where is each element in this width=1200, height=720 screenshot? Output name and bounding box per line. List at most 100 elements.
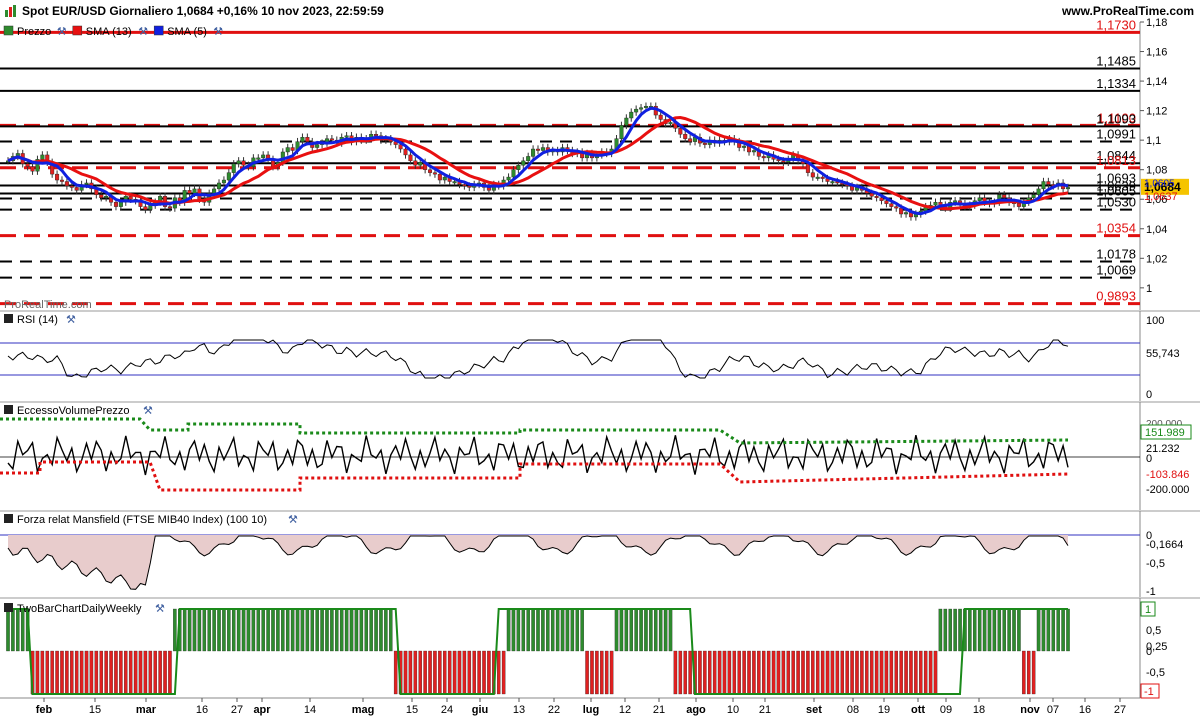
price-panel[interactable]: 1,181,161,141,121,11,081,061,041,0211,17… [0, 17, 1200, 311]
twobar-bar [138, 650, 143, 695]
twobar-bar [516, 608, 521, 652]
twobar-bar [815, 650, 820, 695]
candle-body [231, 163, 236, 173]
mansfield-panel[interactable]: Forza relat Mansfield (FTSE MIB40 Index)… [0, 510, 1200, 598]
x-tick-label: 21 [759, 704, 771, 716]
twobar-bar [452, 650, 457, 695]
twobar-bar [40, 650, 45, 695]
twobar-bar [285, 608, 290, 652]
twobar-bar [639, 608, 643, 652]
candle-body [634, 108, 639, 113]
twobar-bar [359, 608, 364, 652]
x-tick-label: nov [1020, 704, 1040, 716]
twobar-bar [629, 608, 633, 652]
legend-swatch [72, 25, 83, 36]
twobar-bar [477, 650, 481, 695]
x-tick-label: mag [352, 704, 375, 716]
candle-body [452, 181, 457, 184]
x-tick-label: 15 [89, 704, 101, 716]
candle-body [315, 144, 320, 148]
candle-body [1041, 181, 1046, 190]
x-tick-label: ago [686, 704, 706, 716]
twobar-bar [703, 650, 707, 695]
candle-body [413, 160, 418, 166]
candle-body [899, 207, 904, 215]
twobar-bar [1066, 608, 1070, 652]
twobar-bar [168, 650, 172, 695]
twobar-bar [1041, 608, 1046, 652]
twobar-bar [717, 650, 722, 695]
candle-body [74, 187, 79, 191]
x-tick-label: 15 [406, 704, 418, 716]
twobar-bar [182, 608, 187, 652]
twobar-bar [835, 650, 840, 695]
twobar-bar [241, 608, 246, 652]
level-label: 1,0530 [1096, 195, 1136, 210]
twobar-bar [295, 608, 300, 652]
twobar-bar [104, 650, 108, 695]
candle-body [540, 147, 545, 151]
candle-body [241, 160, 246, 166]
candle-body [113, 201, 118, 207]
price-tick-label: 1,12 [1146, 106, 1167, 118]
candle-body [344, 135, 349, 138]
twobar-bar [50, 650, 54, 695]
rsi-panel[interactable]: RSI (14) ⚒ 100 0 55,743 [0, 310, 1200, 401]
candle-body [467, 185, 472, 188]
twobar-bar [874, 650, 879, 695]
twobar-bar [776, 650, 781, 695]
candle-body [751, 150, 756, 153]
candle-body [128, 196, 133, 200]
level-label: 1,0178 [1096, 247, 1136, 262]
twobar-bar [153, 650, 157, 695]
rsi-legend: RSI (14) [17, 314, 58, 326]
twobar-bar [712, 650, 717, 695]
rsi-value: 55,743 [1146, 348, 1180, 360]
twobar-bar [501, 650, 506, 695]
level-label: 1,0991 [1096, 126, 1136, 141]
twobar-bar [953, 608, 957, 652]
twobar-bar [320, 608, 324, 652]
evp-upper-value: 151.989 [1145, 427, 1185, 439]
twobar-bar [393, 650, 398, 695]
candle-body [432, 172, 437, 175]
twobar-bar [781, 650, 786, 695]
eccesso-volume-prezzo-panel[interactable]: EccessoVolumePrezzo⚒200.000151.98921.232… [0, 401, 1200, 510]
twobar-bar [791, 650, 795, 695]
candle-body [285, 147, 290, 153]
legend-swatch [4, 314, 13, 323]
twobar-bar [192, 608, 197, 652]
candle-body [442, 176, 447, 181]
evp-upper-band [0, 417, 1069, 445]
twobar-bar [811, 650, 815, 695]
twobar-bar [820, 650, 825, 695]
twobar-panel[interactable]: TwoBarChartDailyWeekly ⚒ 10,50,250-0,5-1 [0, 597, 1200, 699]
x-tick-label: giu [472, 704, 489, 716]
candle-body [643, 105, 648, 108]
twobar-bar [423, 650, 427, 695]
candle-body [374, 134, 379, 136]
twobar-bar [933, 650, 938, 695]
x-tick-label: 22 [548, 704, 560, 716]
twobar-bar [928, 650, 933, 695]
twobar-bar [207, 608, 211, 652]
candle-body [30, 166, 35, 172]
candle-body [1046, 181, 1051, 185]
mansfield-value: -0,1664 [1146, 539, 1183, 551]
twobar-bar [761, 650, 766, 695]
candle-body [977, 197, 982, 201]
twobar-bar [1012, 608, 1016, 652]
twobar-bar [923, 650, 928, 695]
twobar-bar [79, 650, 84, 695]
twobar-bar [948, 608, 952, 652]
twobar-bar [133, 650, 138, 695]
twobar-bar [879, 650, 884, 695]
candle-body [40, 154, 45, 160]
candle-body [25, 163, 30, 167]
chart-canvas[interactable]: 1,181,161,141,121,11,081,061,041,0211,17… [0, 0, 1200, 720]
x-tick-label: feb [36, 704, 53, 716]
twobar-bar [1022, 650, 1026, 695]
legend-label: Prezzo [17, 26, 51, 38]
twobar-bar [580, 608, 584, 652]
twobar-bar [604, 650, 609, 695]
